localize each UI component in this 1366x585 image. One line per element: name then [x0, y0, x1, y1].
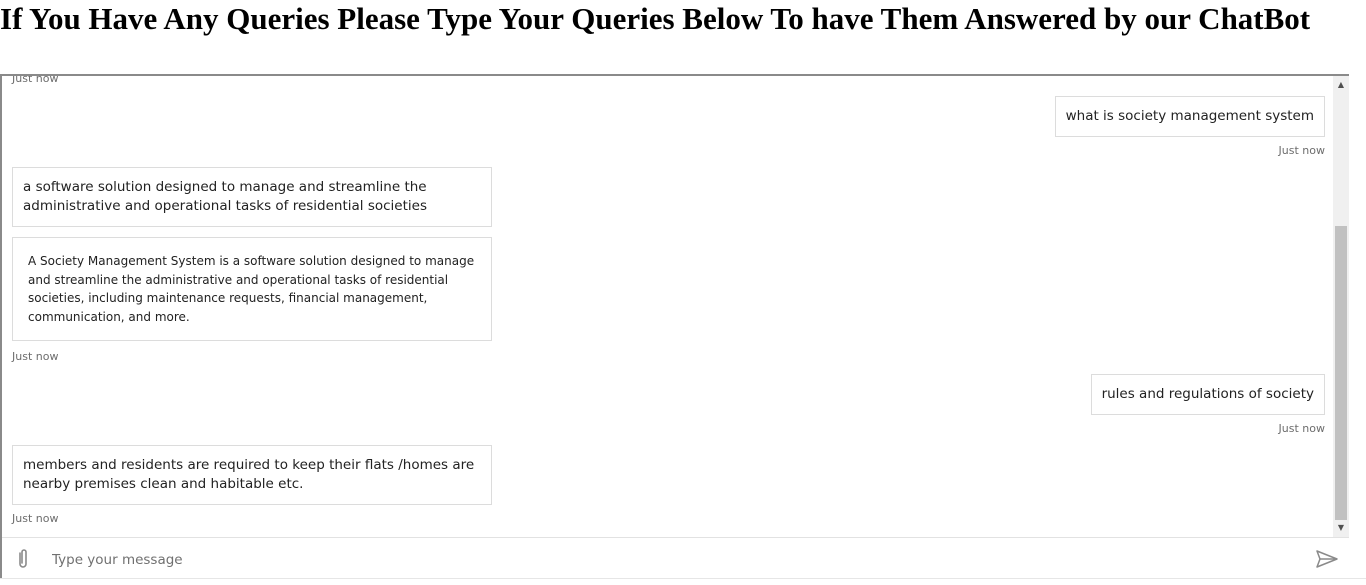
vertical-scrollbar[interactable]: ▲ ▼: [1333, 76, 1349, 537]
scrollbar-thumb[interactable]: [1335, 226, 1347, 520]
bot-message-bubble: a software solution designed to manage a…: [12, 167, 492, 227]
message-list[interactable]: Just now what is society management syst…: [2, 76, 1349, 537]
message-timestamp: Just now: [1278, 422, 1325, 435]
message-input[interactable]: [50, 546, 1294, 574]
bot-message-bubble: members and residents are required to ke…: [12, 445, 492, 505]
scroll-down-arrow-icon[interactable]: ▼: [1333, 521, 1349, 535]
message-composer: [2, 537, 1349, 580]
user-message-bubble: rules and regulations of society: [1090, 374, 1325, 415]
page-title: If You Have Any Queries Please Type Your…: [0, 1, 1311, 36]
chat-window: Just now what is society management syst…: [0, 74, 1349, 580]
paperclip-icon[interactable]: [14, 548, 32, 570]
message-timestamp: Just now: [12, 512, 59, 525]
send-icon[interactable]: [1315, 548, 1339, 570]
user-message-bubble: what is society management system: [1054, 96, 1325, 137]
scroll-up-arrow-icon[interactable]: ▲: [1333, 78, 1349, 92]
message-timestamp: Just now: [12, 76, 59, 85]
message-timestamp: Just now: [12, 350, 59, 363]
bot-message-bubble: A Society Management System is a softwar…: [12, 237, 492, 341]
message-timestamp: Just now: [1278, 144, 1325, 157]
